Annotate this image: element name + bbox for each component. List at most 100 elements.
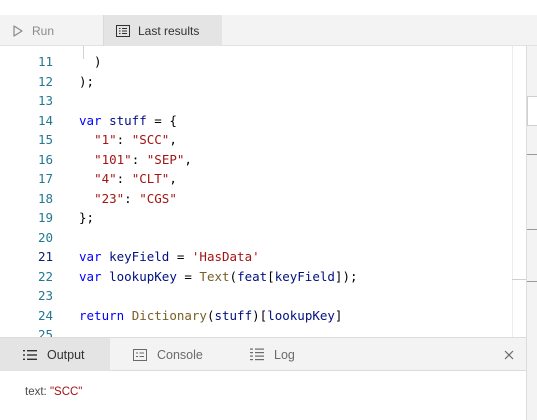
code-token: "23" bbox=[94, 190, 125, 206]
tab-log[interactable]: Log bbox=[250, 338, 295, 371]
last-results-button[interactable]: Last results bbox=[104, 15, 222, 46]
run-label: Run bbox=[32, 23, 55, 38]
overview-ruler-mark bbox=[512, 279, 526, 280]
code-token: return bbox=[79, 307, 125, 323]
line-number: 18 bbox=[37, 190, 53, 206]
line-code: ); bbox=[79, 72, 94, 91]
code-line: 11 ) bbox=[0, 52, 512, 71]
rail-divider bbox=[527, 229, 537, 230]
line-code: return Dictionary(stuff)[lookupKey] bbox=[79, 306, 342, 325]
code-token: "SCC" bbox=[131, 132, 170, 147]
bottom-panel-tabs: Output Console Log bbox=[0, 337, 526, 371]
tab-output[interactable]: Output bbox=[0, 338, 110, 371]
code-line: 20 bbox=[0, 228, 512, 247]
code-line: 12); bbox=[0, 72, 512, 91]
code-token: "SEP" bbox=[146, 151, 185, 167]
line-code: "4": "CLT", bbox=[79, 169, 177, 188]
tab-console-label: Console bbox=[157, 347, 203, 362]
code-token: "4" bbox=[94, 171, 117, 186]
play-icon bbox=[13, 24, 23, 37]
code-token: : bbox=[124, 190, 140, 206]
line-number: 16 bbox=[37, 151, 53, 167]
line-number: 17 bbox=[37, 171, 53, 186]
code-token: Text bbox=[199, 268, 230, 284]
code-token: : bbox=[116, 132, 132, 147]
line-number: 15 bbox=[37, 132, 53, 147]
code-token: ( bbox=[229, 268, 238, 284]
rail-divider bbox=[527, 154, 537, 155]
editor-scrollbar[interactable] bbox=[512, 46, 526, 337]
code-token: ] bbox=[334, 307, 343, 323]
code-token: stuff bbox=[109, 112, 147, 128]
line-number: 25 bbox=[37, 327, 53, 337]
code-token: ); bbox=[79, 73, 95, 89]
code-token: 'HasData' bbox=[191, 249, 260, 264]
code-token: "CLT" bbox=[131, 171, 170, 186]
output-prefix: text: bbox=[25, 386, 50, 398]
code-token: var bbox=[79, 268, 102, 284]
code-token: keyField bbox=[274, 268, 335, 284]
code-token: var bbox=[79, 112, 102, 128]
list-icon bbox=[23, 349, 37, 360]
line-code: "1": "SCC", bbox=[79, 130, 177, 149]
line-number: 12 bbox=[37, 73, 53, 89]
code-token: [ bbox=[267, 268, 275, 284]
top-strip bbox=[0, 0, 537, 15]
line-number: 19 bbox=[37, 210, 53, 225]
code-token: }; bbox=[79, 210, 95, 225]
code-token: : bbox=[131, 151, 147, 167]
log-list-icon bbox=[250, 348, 264, 361]
code-token: ]); bbox=[334, 268, 358, 284]
tab-log-label: Log bbox=[274, 347, 295, 362]
code-line: 16 "101": "SEP", bbox=[0, 150, 512, 169]
side-panel-tab[interactable] bbox=[527, 96, 537, 126]
run-button[interactable]: Run bbox=[12, 15, 102, 46]
line-number: 14 bbox=[37, 112, 53, 128]
code-line: 25 bbox=[0, 325, 512, 337]
code-token: keyField bbox=[109, 249, 170, 264]
code-token: lookupKey bbox=[109, 268, 177, 284]
code-token: = { bbox=[146, 112, 177, 128]
tab-console[interactable]: Console bbox=[133, 338, 203, 371]
code-editor[interactable]: 11 ) 12); 13 14 var stuff = {15 "1": "SCC", 1… bbox=[0, 46, 512, 337]
line-code: var stuff = { bbox=[79, 111, 177, 130]
last-results-label: Last results bbox=[138, 23, 200, 38]
line-code: }; bbox=[79, 208, 94, 227]
console-icon bbox=[133, 348, 147, 361]
code-token: )[ bbox=[252, 307, 268, 323]
code-token: : bbox=[116, 171, 132, 186]
line-code: ) bbox=[79, 52, 102, 71]
code-token: stuff bbox=[214, 307, 253, 323]
code-token: var bbox=[79, 249, 102, 264]
code-line: 21 var keyField = 'HasData' bbox=[0, 247, 512, 266]
output-result: text: "SCC" bbox=[25, 386, 82, 398]
code-line: 17 "4": "CLT", bbox=[0, 169, 512, 188]
results-table-icon bbox=[116, 24, 130, 37]
code-token: = bbox=[169, 249, 192, 264]
close-icon[interactable] bbox=[503, 349, 515, 361]
side-panel-rail[interactable] bbox=[526, 46, 537, 420]
code-line: 22 var lookupKey = Text(feat[keyField]); bbox=[0, 267, 512, 286]
line-code: var lookupKey = Text(feat[keyField]); bbox=[79, 267, 358, 286]
output-pane: text: "SCC" bbox=[0, 371, 526, 420]
code-token: Dictionary bbox=[131, 307, 207, 323]
code-token: , bbox=[184, 151, 192, 167]
line-code: "23": "CGS" bbox=[79, 189, 177, 208]
code-line: 13 bbox=[0, 91, 512, 110]
code-token: , bbox=[169, 171, 177, 186]
line-number: 11 bbox=[37, 54, 53, 69]
line-number: 21 bbox=[37, 249, 53, 264]
code-line: 24 return Dictionary(stuff)[lookupKey] bbox=[0, 306, 512, 325]
code-token: feat bbox=[237, 268, 268, 284]
line-number: 23 bbox=[37, 288, 53, 303]
code-line: 18 "23": "CGS" bbox=[0, 189, 512, 208]
output-value: "SCC" bbox=[49, 386, 83, 398]
line-number: 20 bbox=[37, 229, 53, 245]
line-code: "101": "SEP", bbox=[79, 150, 192, 169]
